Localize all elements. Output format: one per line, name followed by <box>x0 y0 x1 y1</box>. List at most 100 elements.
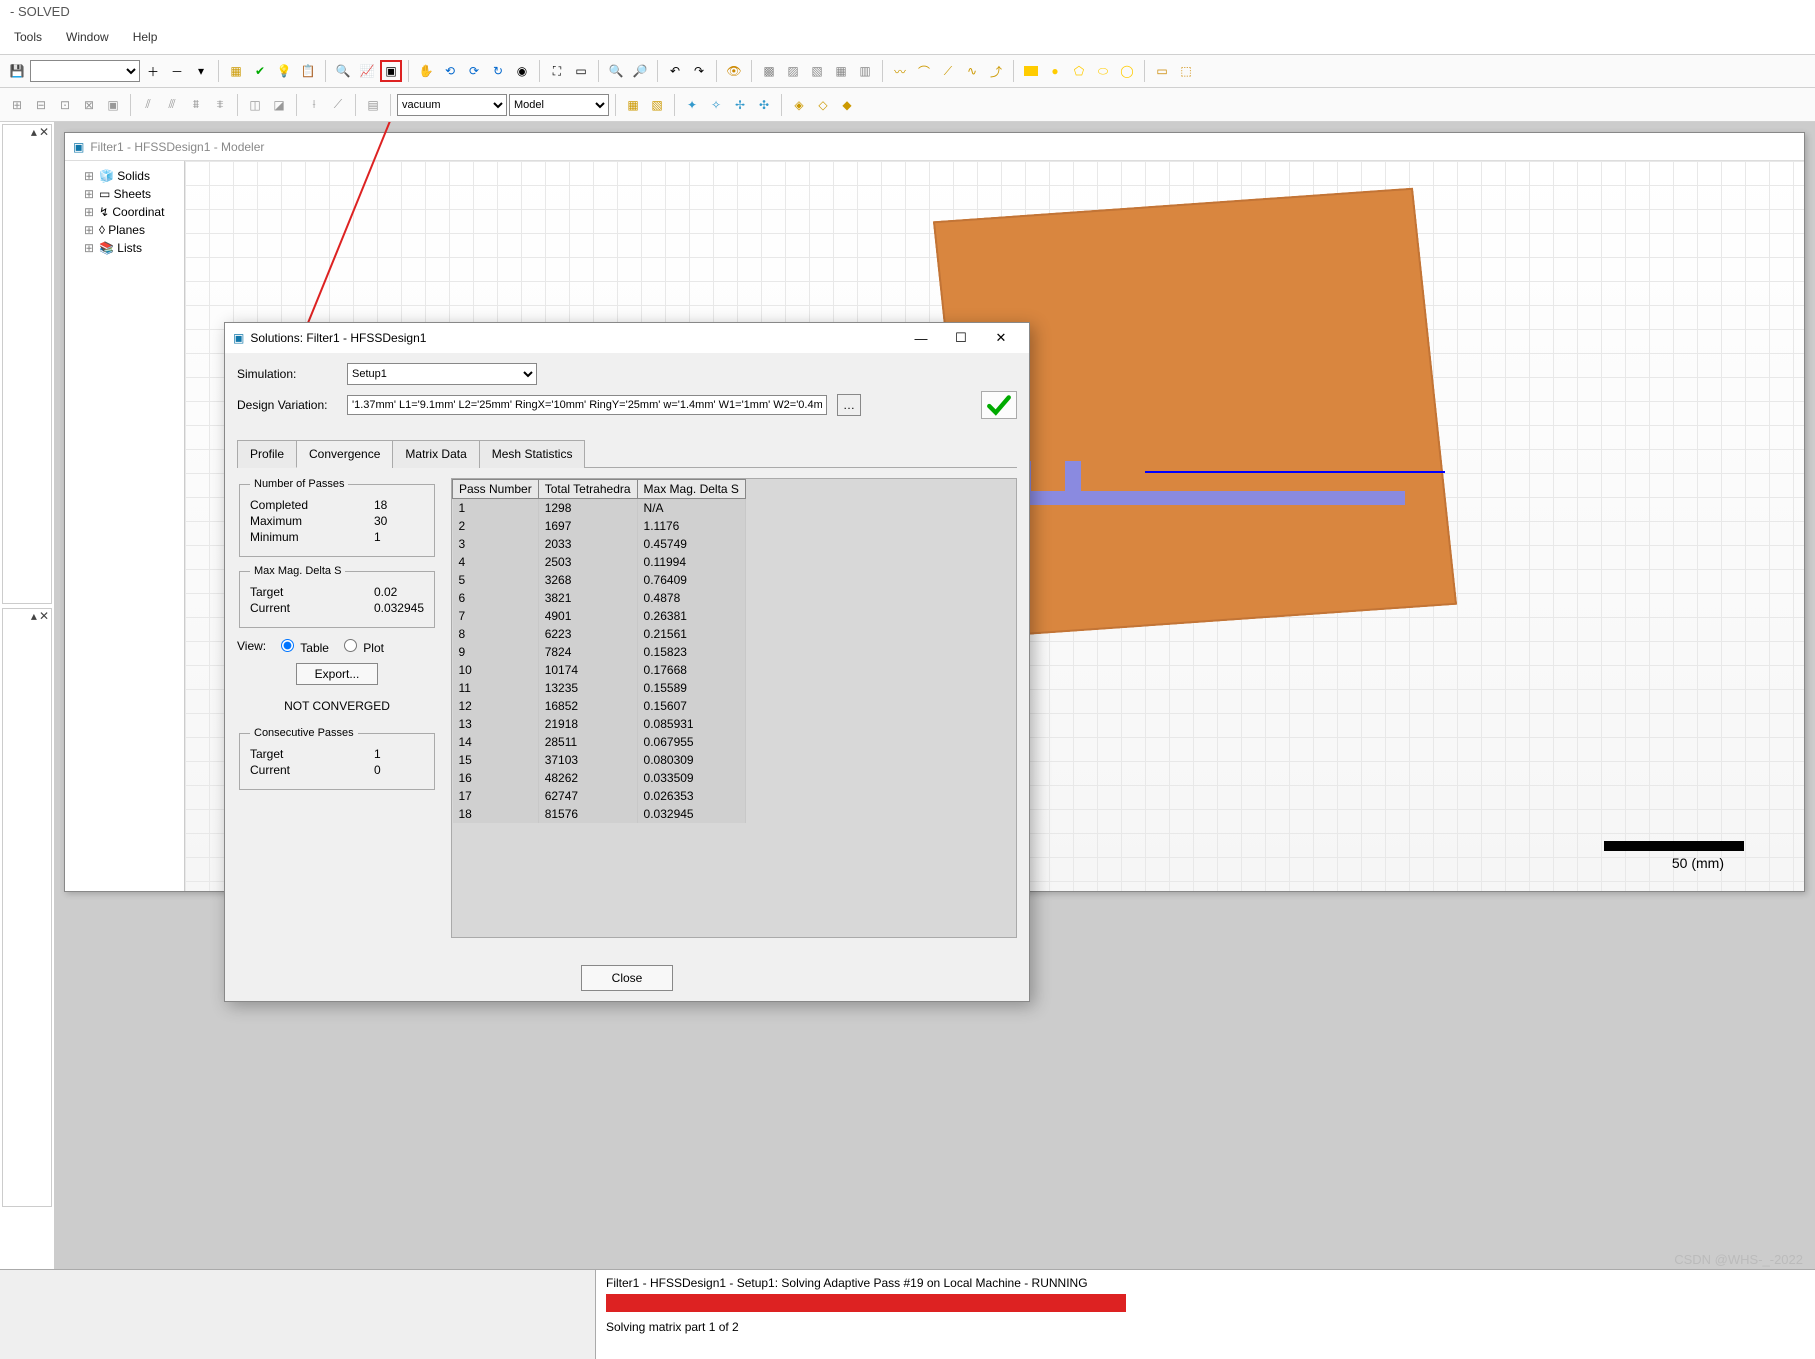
rotate-icon[interactable]: ⟲ <box>439 60 461 82</box>
clipboard-icon[interactable]: 📋 <box>297 60 319 82</box>
combo-blank[interactable] <box>30 60 140 82</box>
undo-icon[interactable]: ↶ <box>664 60 686 82</box>
orbit-icon[interactable]: ◉ <box>511 60 533 82</box>
tab-matrix-data[interactable]: Matrix Data <box>392 440 479 468</box>
table-row[interactable]: 15371030.080309 <box>453 751 746 769</box>
t2-6-icon[interactable]: ⫽ <box>137 94 159 116</box>
render4-icon[interactable]: ▦ <box>830 60 852 82</box>
table-row[interactable]: 978240.15823 <box>453 643 746 661</box>
table-row[interactable]: 425030.11994 <box>453 553 746 571</box>
shape-ring-icon[interactable]: ◯ <box>1116 60 1138 82</box>
table-row[interactable]: 749010.26381 <box>453 607 746 625</box>
tab-profile[interactable]: Profile <box>237 440 297 468</box>
design-variation-field[interactable] <box>347 395 827 415</box>
view-plot-radio[interactable]: Plot <box>339 636 384 655</box>
table-row[interactable]: 532680.76409 <box>453 571 746 589</box>
t2-3-icon[interactable]: ⊡ <box>54 94 76 116</box>
tree-lists[interactable]: ⊞📚 Lists <box>69 239 180 257</box>
table-row[interactable]: 216971.1176 <box>453 517 746 535</box>
table-header[interactable]: Max Mag. Delta S <box>637 480 745 499</box>
zoom-in-icon[interactable]: ＋ <box>142 60 164 82</box>
doc-icon[interactable]: ▦ <box>225 60 247 82</box>
render3-icon[interactable]: ▧ <box>806 60 828 82</box>
minimize-icon[interactable]: — <box>901 326 941 350</box>
menu-help[interactable]: Help <box>133 30 158 50</box>
zoomall-icon[interactable]: 🔎 <box>629 60 651 82</box>
t2-23-icon[interactable]: ◆ <box>836 94 858 116</box>
material-combo[interactable]: vacuum <box>397 94 507 116</box>
eye-icon[interactable]: 👁 <box>723 60 745 82</box>
tree-planes[interactable]: ⊞◊ Planes <box>69 221 180 239</box>
tree-solids[interactable]: ⊞🧊 Solids <box>69 167 180 185</box>
render1-icon[interactable]: ▩ <box>758 60 780 82</box>
table-row[interactable]: 862230.21561 <box>453 625 746 643</box>
table-row[interactable]: 11298N/A <box>453 499 746 518</box>
table-row[interactable]: 320330.45749 <box>453 535 746 553</box>
pane2-pin-icon[interactable]: ▴ <box>31 609 37 623</box>
pane2-close-icon[interactable]: ✕ <box>39 609 49 623</box>
tree-coord[interactable]: ⊞↯ Coordinat <box>69 203 180 221</box>
close-icon[interactable]: ✕ <box>981 326 1021 350</box>
fitsel-icon[interactable]: ▭ <box>570 60 592 82</box>
convergence-table-wrap[interactable]: Pass NumberTotal TetrahedraMax Mag. Delt… <box>451 478 1017 938</box>
check-icon[interactable]: ✔ <box>249 60 271 82</box>
solution-data-icon[interactable]: ▣ <box>380 60 402 82</box>
table-row[interactable]: 16482620.033509 <box>453 769 746 787</box>
t2-20-icon[interactable]: ✣ <box>753 94 775 116</box>
t2-17-icon[interactable]: ✦ <box>681 94 703 116</box>
close-button[interactable]: Close <box>581 965 674 991</box>
dropdown-icon[interactable]: ▾ <box>190 60 212 82</box>
t2-8-icon[interactable]: ⩩ <box>185 94 207 116</box>
t2-1-icon[interactable]: ⊞ <box>6 94 28 116</box>
t2-10-icon[interactable]: ◫ <box>244 94 266 116</box>
t2-14-icon[interactable]: ▤ <box>362 94 384 116</box>
curve2-icon[interactable]: ⌒ <box>913 60 935 82</box>
curve1-icon[interactable]: 〰 <box>889 60 911 82</box>
table-header[interactable]: Pass Number <box>453 480 539 499</box>
table-row[interactable]: 11132350.15589 <box>453 679 746 697</box>
curve5-icon[interactable]: ⤴ <box>985 60 1007 82</box>
shape-rect-icon[interactable] <box>1020 60 1042 82</box>
shape-ellipse-icon[interactable]: ⬭ <box>1092 60 1114 82</box>
render5-icon[interactable]: ▥ <box>854 60 876 82</box>
export-button[interactable]: Export... <box>296 663 379 685</box>
tab-convergence[interactable]: Convergence <box>296 440 393 468</box>
tree-sheets[interactable]: ⊞▭ Sheets <box>69 185 180 203</box>
table-header[interactable]: Total Tetrahedra <box>538 480 637 499</box>
table-row[interactable]: 638210.4878 <box>453 589 746 607</box>
tab-mesh-statistics[interactable]: Mesh Statistics <box>479 440 586 468</box>
t2-16-icon[interactable]: ▧ <box>646 94 668 116</box>
table-row[interactable]: 12168520.15607 <box>453 697 746 715</box>
shape-circle-icon[interactable]: ● <box>1044 60 1066 82</box>
browse-button[interactable]: … <box>837 394 861 416</box>
model-combo[interactable]: Model <box>509 94 609 116</box>
redo-icon[interactable]: ↷ <box>688 60 710 82</box>
t2-4-icon[interactable]: ⊠ <box>78 94 100 116</box>
t2-9-icon[interactable]: ⩨ <box>209 94 231 116</box>
pan-icon[interactable]: ✋ <box>415 60 437 82</box>
render2-icon[interactable]: ▨ <box>782 60 804 82</box>
menu-window[interactable]: Window <box>66 30 109 50</box>
curve4-icon[interactable]: ∿ <box>961 60 983 82</box>
t2-19-icon[interactable]: ✢ <box>729 94 751 116</box>
fit-icon[interactable]: ⛶ <box>546 60 568 82</box>
pane-pin-icon[interactable]: ▴ <box>31 125 37 139</box>
shape-poly-icon[interactable]: ⬠ <box>1068 60 1090 82</box>
table-row[interactable]: 17627470.026353 <box>453 787 746 805</box>
zoom-out-icon[interactable]: － <box>166 60 188 82</box>
model-tree[interactable]: ⊞🧊 Solids ⊞▭ Sheets ⊞↯ Coordinat ⊞◊ Plan… <box>65 161 185 891</box>
chart-icon[interactable]: 📈 <box>356 60 378 82</box>
curve3-icon[interactable]: ⟋ <box>937 60 959 82</box>
t2-2-icon[interactable]: ⊟ <box>30 94 52 116</box>
t2-15-icon[interactable]: ▦ <box>622 94 644 116</box>
t2-11-icon[interactable]: ◪ <box>268 94 290 116</box>
table-row[interactable]: 13219180.085931 <box>453 715 746 733</box>
rotate2-icon[interactable]: ⟳ <box>463 60 485 82</box>
t2-21-icon[interactable]: ◈ <box>788 94 810 116</box>
pane-close-icon[interactable]: ✕ <box>39 125 49 139</box>
zoomwin-icon[interactable]: 🔍 <box>605 60 627 82</box>
bulb-icon[interactable]: 💡 <box>273 60 295 82</box>
save-icon[interactable]: 💾 <box>6 60 28 82</box>
view-table-radio[interactable]: Table <box>276 636 329 655</box>
cyl-icon[interactable]: ⬚ <box>1175 60 1197 82</box>
